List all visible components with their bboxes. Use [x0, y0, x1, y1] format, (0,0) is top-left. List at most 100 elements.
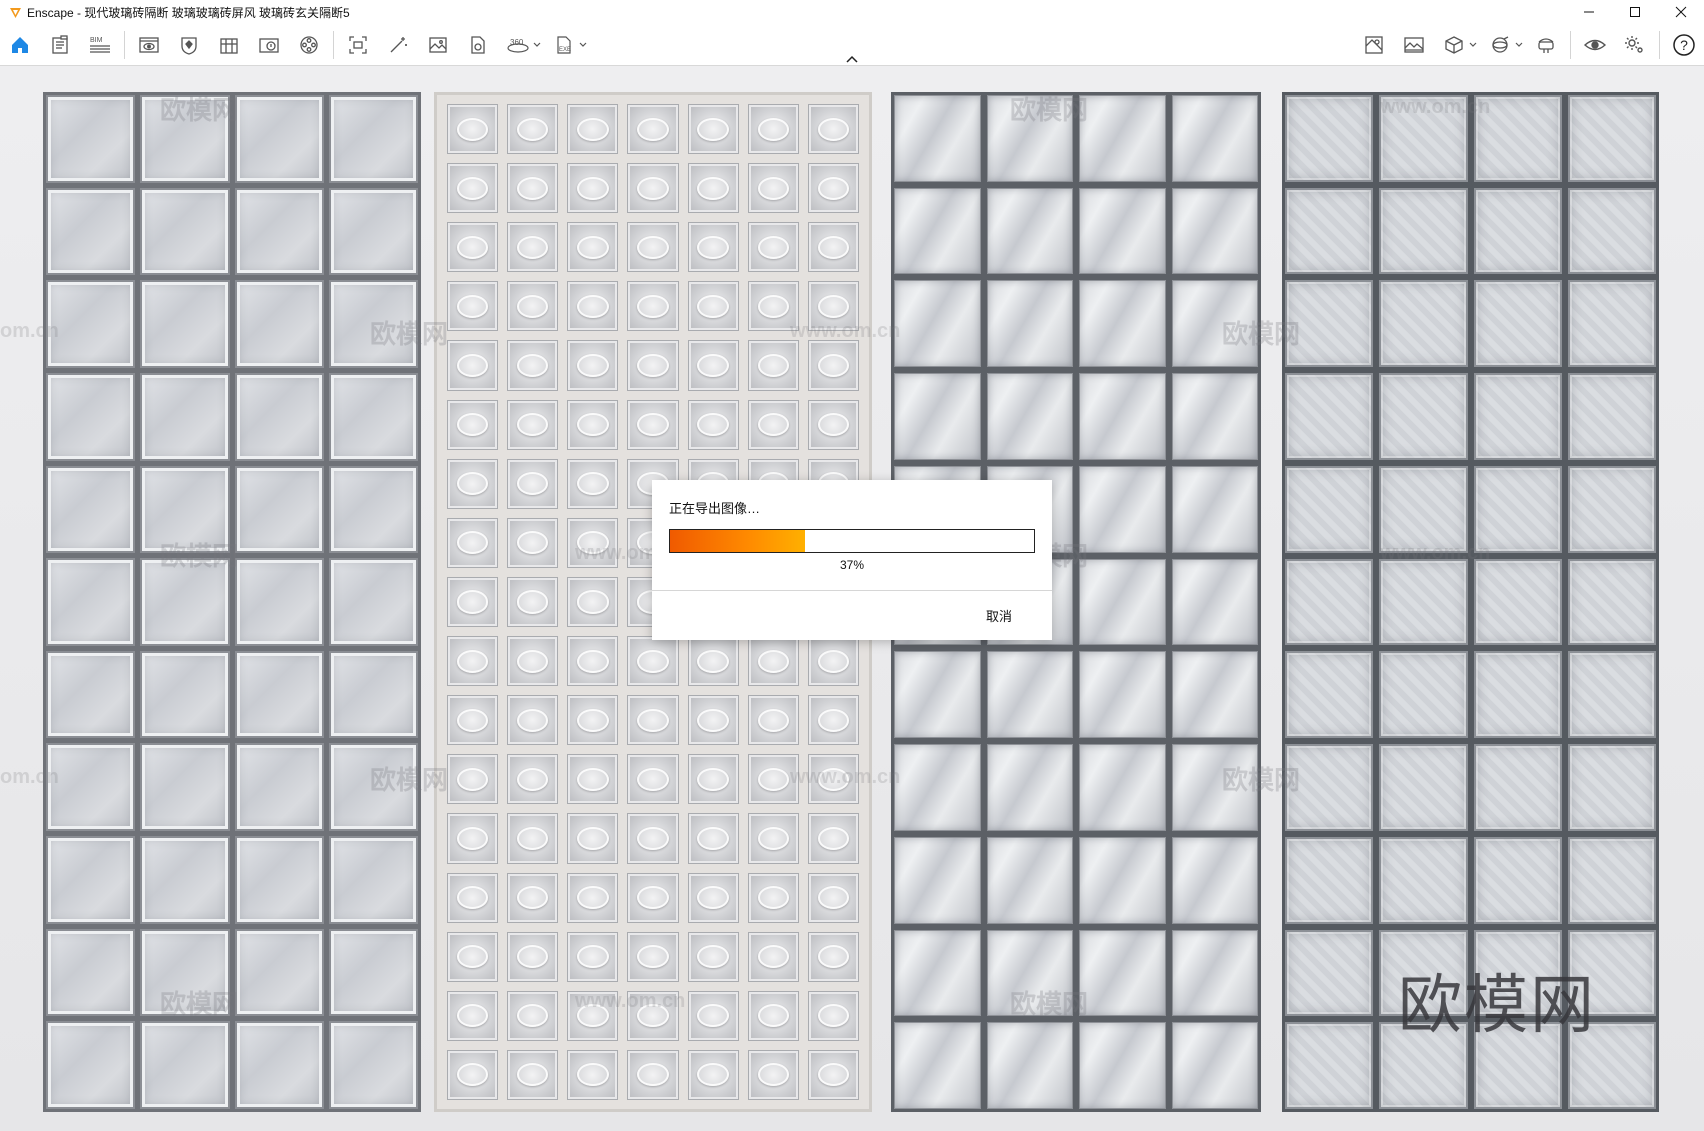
glass-block — [507, 872, 559, 923]
bim-icon[interactable]: BIM — [80, 24, 120, 66]
glass-block — [46, 836, 136, 924]
glass-block — [567, 990, 619, 1041]
sun-info-icon[interactable] — [249, 24, 289, 66]
glass-block — [894, 651, 981, 739]
glass-block — [807, 340, 859, 391]
glass-block — [1567, 651, 1656, 739]
glass-block — [894, 373, 981, 460]
glass-block — [807, 813, 859, 864]
glass-block — [747, 1049, 799, 1100]
maximize-icon[interactable] — [1612, 0, 1658, 24]
glass-block — [507, 340, 559, 391]
glass-block — [328, 187, 418, 276]
eye-icon[interactable] — [1575, 24, 1615, 66]
glass-block — [627, 636, 679, 687]
glass-block — [140, 465, 230, 554]
glass-block — [807, 636, 859, 687]
glass-block — [46, 372, 136, 461]
glass-block — [627, 990, 679, 1041]
glass-block — [328, 928, 418, 1017]
cancel-button[interactable]: 取消 — [974, 602, 1024, 628]
exe-export-icon[interactable]: EXE — [544, 24, 584, 66]
screenshot-icon[interactable] — [338, 24, 378, 66]
glass-block — [46, 187, 136, 276]
cube-icon[interactable] — [1434, 24, 1474, 66]
close-icon[interactable] — [1658, 0, 1704, 24]
glass-block — [447, 990, 499, 1041]
glass-block — [567, 399, 619, 450]
panorama-360-icon[interactable]: 360 — [498, 24, 538, 66]
glass-block — [894, 187, 981, 275]
glass-block — [140, 95, 230, 183]
glass-block — [234, 465, 324, 554]
help-icon[interactable]: ? — [1664, 24, 1704, 66]
glass-block — [1079, 465, 1166, 553]
glass-block — [986, 280, 1073, 368]
map-icon[interactable] — [1354, 24, 1394, 66]
glass-block — [328, 1021, 418, 1109]
glass-block — [1567, 465, 1656, 553]
collapse-toolbar-chevron-icon[interactable] — [842, 52, 862, 66]
glass-block — [507, 222, 559, 273]
video-reel-icon[interactable] — [289, 24, 329, 66]
glass-block — [1473, 373, 1562, 460]
glass-block — [507, 754, 559, 805]
toolbar-separator — [1570, 31, 1571, 59]
magic-wand-icon[interactable] — [378, 24, 418, 66]
glass-block — [447, 399, 499, 450]
glass-block — [1171, 929, 1258, 1017]
sphere-icon[interactable] — [1480, 24, 1520, 66]
glass-block-panel-clear — [43, 92, 421, 1112]
glass-block — [328, 280, 418, 368]
toolbar-separator — [1659, 31, 1660, 59]
landscape-image-icon[interactable] — [1394, 24, 1434, 66]
settings-icon[interactable] — [1615, 24, 1655, 66]
glass-block — [807, 104, 859, 155]
glass-block — [567, 163, 619, 214]
progress-bar — [669, 529, 1035, 553]
glass-block — [1079, 280, 1166, 368]
material-icon[interactable] — [209, 24, 249, 66]
export-file-icon[interactable] — [458, 24, 498, 66]
glass-block — [986, 836, 1073, 924]
glass-block — [687, 990, 739, 1041]
view-icon[interactable] — [129, 24, 169, 66]
glass-block — [567, 754, 619, 805]
glass-block — [1473, 651, 1562, 739]
glass-block — [1079, 744, 1166, 831]
glass-block — [447, 458, 499, 509]
document-icon[interactable] — [40, 24, 80, 66]
glass-block — [1473, 465, 1562, 553]
glass-block — [567, 695, 619, 746]
glass-block — [1079, 836, 1166, 924]
glass-block — [447, 813, 499, 864]
minimize-icon[interactable] — [1566, 0, 1612, 24]
toolbar-separator — [333, 31, 334, 59]
glass-block — [747, 281, 799, 332]
glass-block — [627, 695, 679, 746]
glass-block — [687, 104, 739, 155]
vr-headset-icon[interactable] — [1526, 24, 1566, 66]
glass-block — [507, 695, 559, 746]
glass-block — [627, 931, 679, 982]
glass-block — [807, 1049, 859, 1100]
glass-block — [986, 651, 1073, 739]
glass-block — [1285, 373, 1374, 460]
glass-block — [1079, 1022, 1166, 1109]
glass-block — [1079, 373, 1166, 460]
glass-block — [627, 104, 679, 155]
glass-block — [687, 163, 739, 214]
glass-block — [1473, 836, 1562, 924]
glass-block — [140, 372, 230, 461]
glass-block — [807, 931, 859, 982]
glass-block — [747, 636, 799, 687]
glass-block — [567, 340, 619, 391]
glass-block — [234, 95, 324, 183]
glass-block — [894, 836, 981, 924]
glass-block — [567, 281, 619, 332]
home-icon[interactable] — [0, 24, 40, 66]
image-icon[interactable] — [418, 24, 458, 66]
glass-block — [567, 1049, 619, 1100]
asset-library-icon[interactable] — [169, 24, 209, 66]
glass-block — [807, 872, 859, 923]
